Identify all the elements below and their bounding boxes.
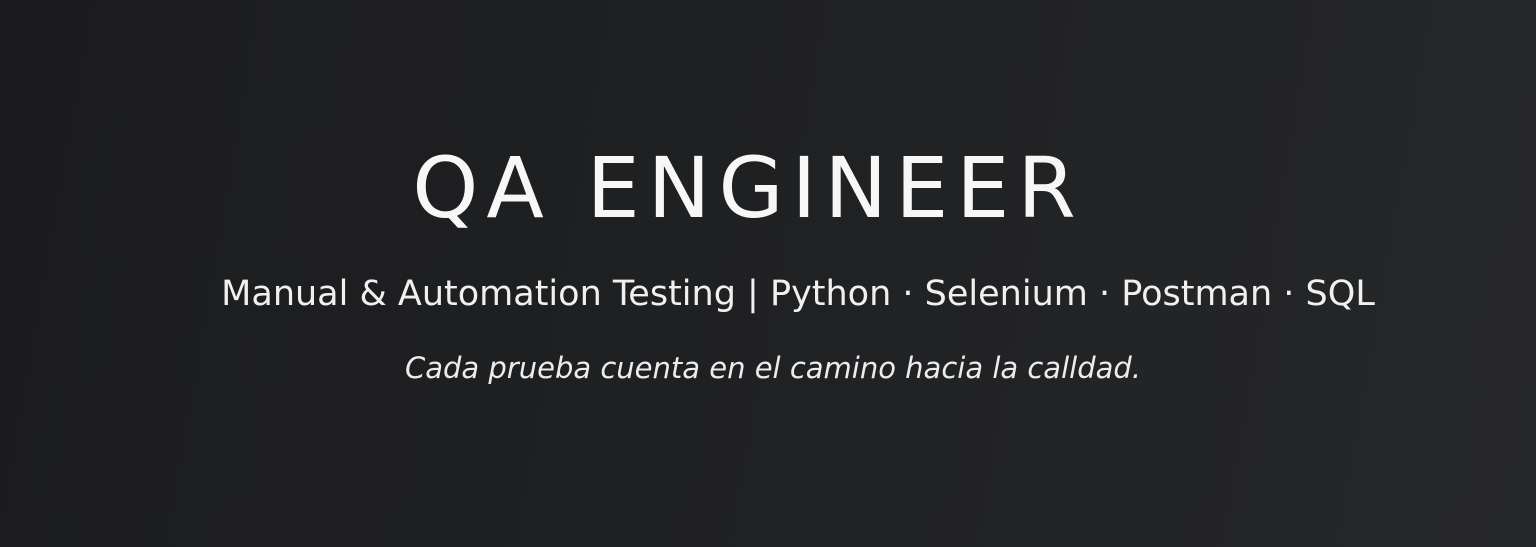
tagline: Cada prueba cuenta en el camino hacia la… (0, 348, 1536, 388)
banner: QA ENGINEER Manual & Automation Testing … (0, 0, 1536, 547)
title-text: QA ENGINEER (412, 139, 1084, 237)
skills-subtitle: Manual & Automation Testing | Python · S… (0, 270, 1536, 318)
tagline-text: Cada prueba cuenta en el camino hacia la… (404, 351, 1142, 385)
subtitle-text: Manual & Automation Testing | Python · S… (221, 274, 1375, 314)
page-title: QA ENGINEER (0, 138, 1536, 238)
